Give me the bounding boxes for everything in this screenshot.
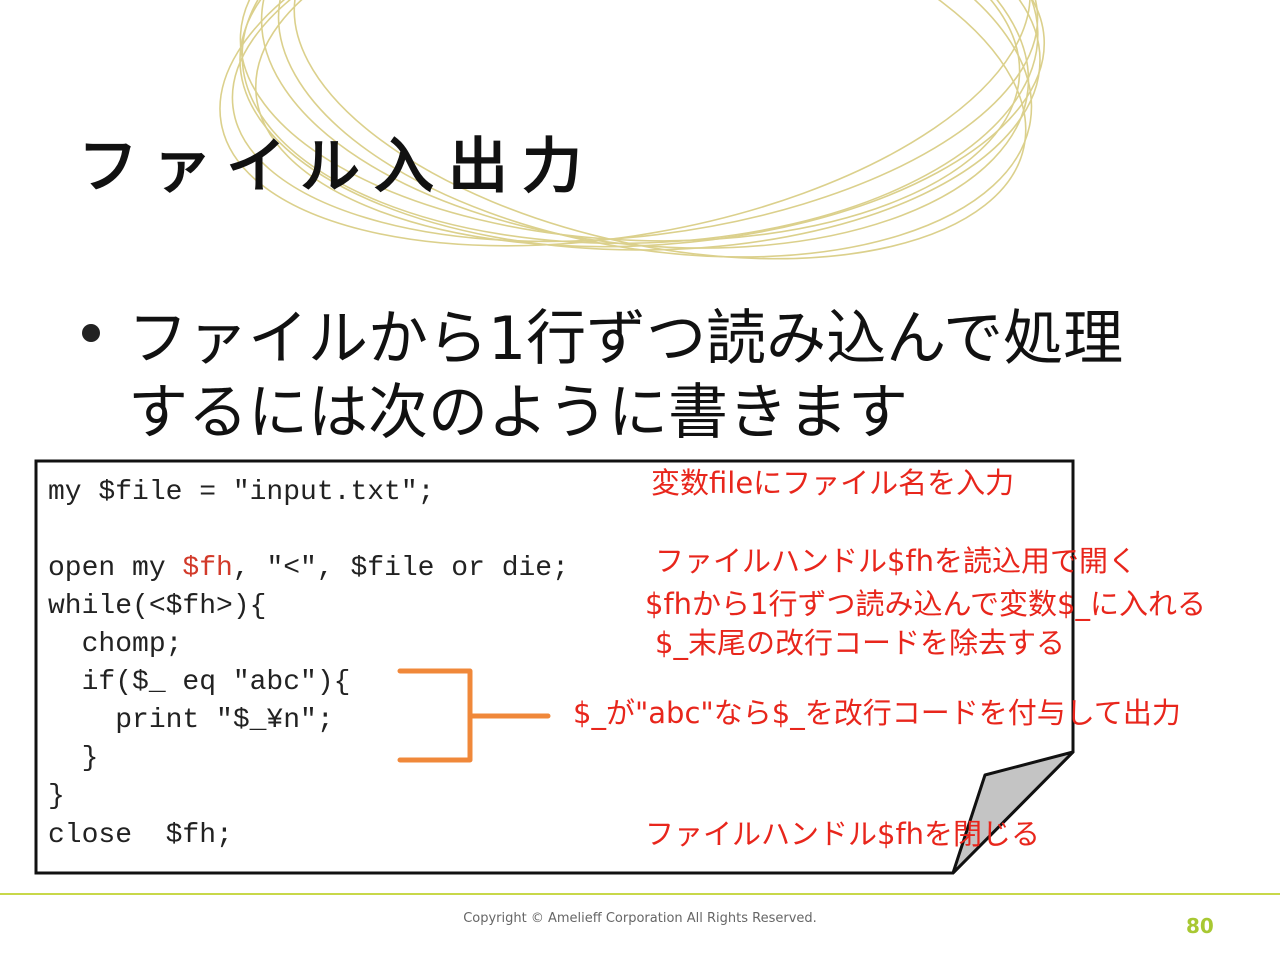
code-line-8: } [48, 781, 65, 812]
code-fh-variable: $fh [182, 553, 233, 584]
annotation-read-loop: $fhから1行ずつ読み込んで変数$_に入れる [645, 587, 1206, 621]
code-line-1: my $file = "input.txt"; [48, 477, 435, 508]
annotation-close: ファイルハンドル$fhを閉じる [645, 817, 1041, 851]
copyright-text: Copyright © Amelieff Corporation All Rig… [463, 911, 817, 926]
code-line-5: if($_ eq "abc"){ [48, 667, 351, 698]
annotation-chomp: $_末尾の改行コードを除去する [655, 626, 1065, 660]
code-line-9: close $fh; [48, 820, 233, 851]
code-line-2-pre: open my [48, 553, 183, 584]
code-line-4: chomp; [48, 629, 183, 660]
code-block: my $file = "input.txt"; open my $fh, "<"… [48, 474, 569, 851]
annotation-file-variable: 変数fileにファイル名を入力 [651, 466, 1015, 500]
code-line-2-post: , "<", $file or die; [232, 553, 569, 584]
code-line-2: open my $fh, "<", $file or die; [48, 550, 569, 588]
code-line-6: print "$_¥n"; [48, 705, 334, 736]
annotation-print: $_が"abc"なら$_を改行コードを付与して出力 [573, 696, 1181, 730]
annotation-open-handle: ファイルハンドル$fhを読込用で開く [655, 544, 1138, 578]
code-line-3: while(<$fh>){ [48, 591, 267, 622]
page-number: 80 [1186, 914, 1214, 938]
footer-divider [0, 893, 1280, 895]
code-line-7: } [48, 743, 99, 774]
